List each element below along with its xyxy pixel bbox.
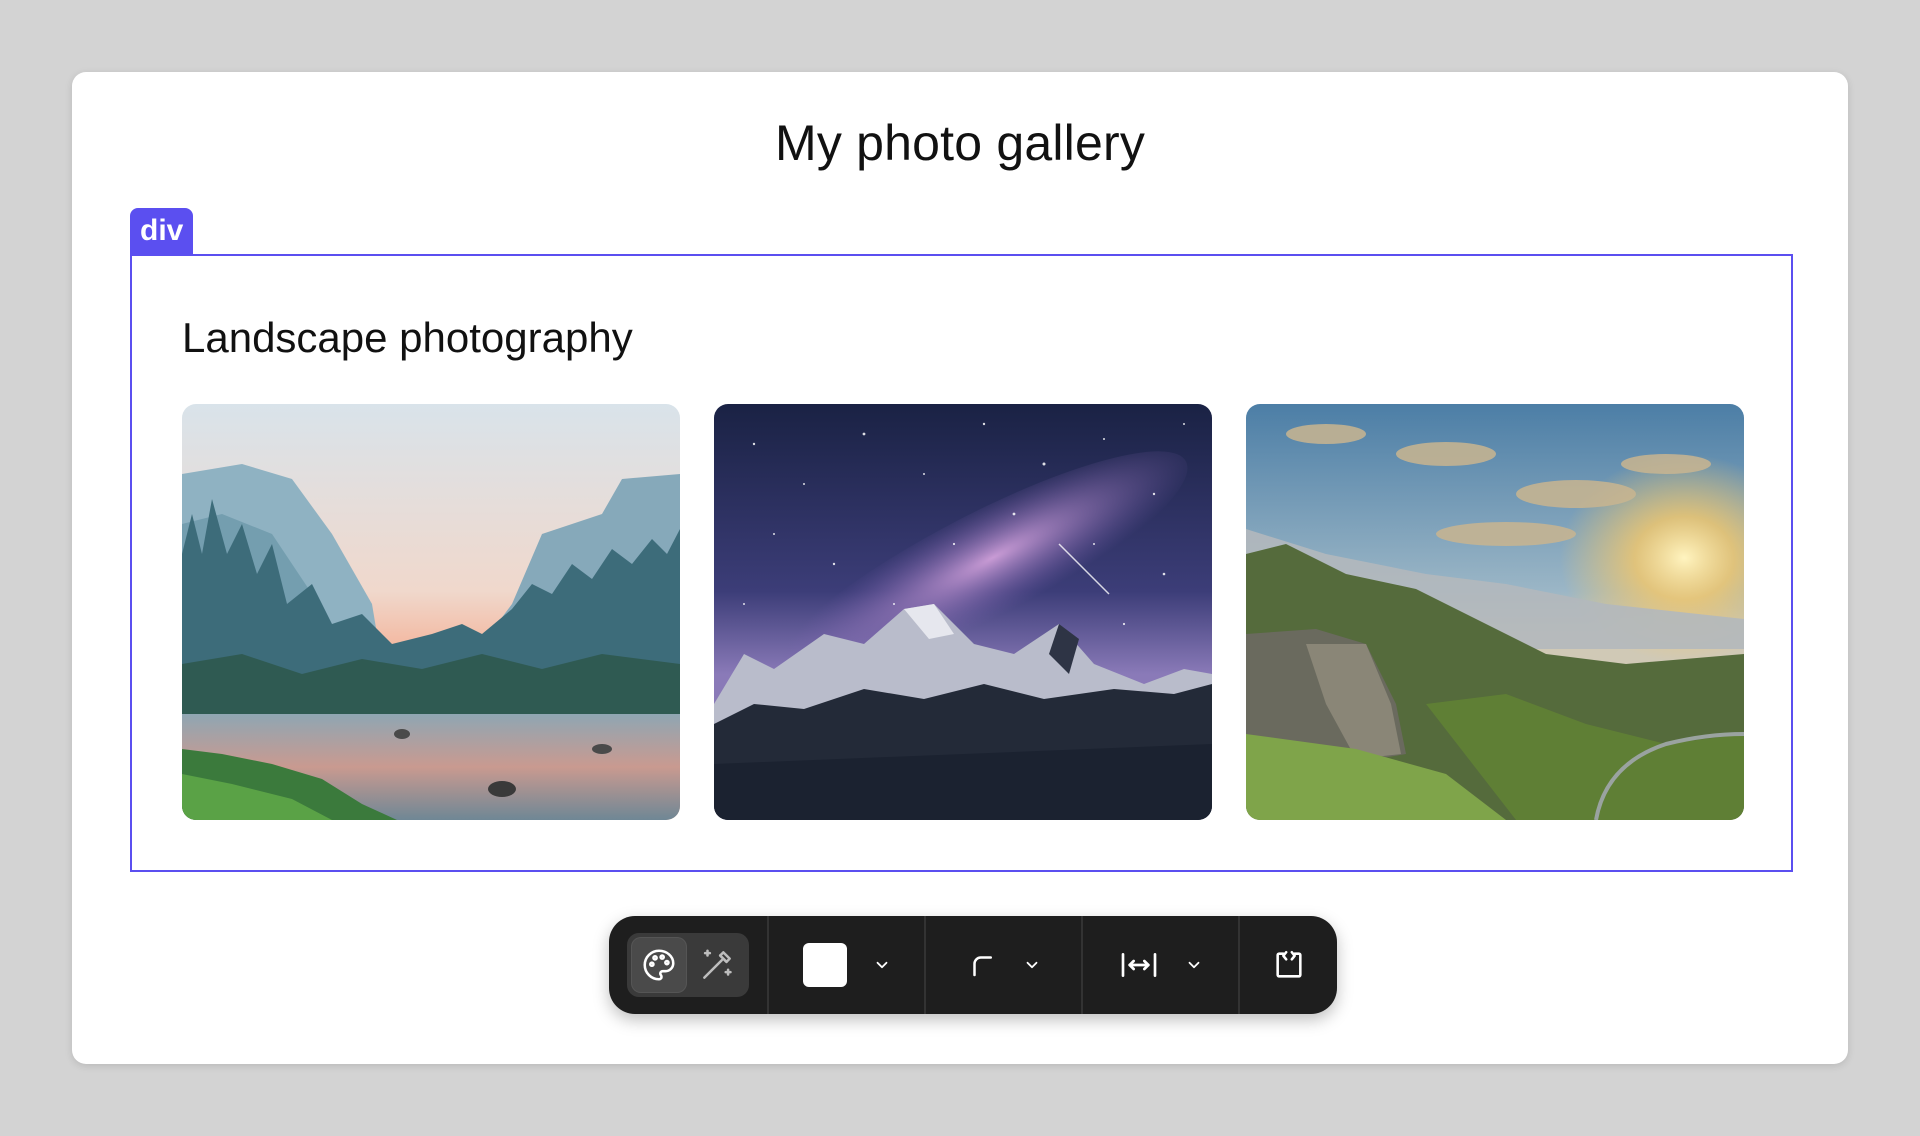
chevron-down-icon xyxy=(1188,961,1199,969)
color-swatch[interactable] xyxy=(802,943,847,987)
photo-milky-way[interactable] xyxy=(714,404,1212,820)
corner-radius-icon xyxy=(972,956,992,977)
chevron-down-icon xyxy=(876,961,887,969)
code-button[interactable] xyxy=(1272,948,1306,982)
magic-wand-icon xyxy=(703,949,732,979)
corner-radius-button[interactable] xyxy=(967,950,997,980)
color-dropdown[interactable] xyxy=(873,956,891,974)
floating-toolbar xyxy=(609,916,1337,1014)
code-group xyxy=(1240,916,1337,1014)
spacing-button[interactable] xyxy=(1119,949,1159,981)
photo-valley-river[interactable] xyxy=(182,404,680,820)
color-group[interactable] xyxy=(769,916,924,1014)
page-title: My photo gallery xyxy=(774,115,1146,171)
chevron-down-icon xyxy=(1026,961,1037,969)
milky-way-mountains-icon xyxy=(714,404,1212,820)
code-icon xyxy=(1275,950,1302,978)
spacing-group[interactable] xyxy=(1083,916,1238,1014)
spacing-icon xyxy=(1121,953,1156,977)
section-title: Landscape photography xyxy=(182,314,633,361)
selected-div[interactable]: Landscape photography xyxy=(130,254,1793,872)
green-cliffs-sunset-icon xyxy=(1246,404,1744,820)
mode-group xyxy=(609,916,767,1014)
photo-green-cliffs[interactable] xyxy=(1246,404,1744,820)
palette-button[interactable] xyxy=(631,937,687,993)
valley-river-mountains-icon xyxy=(182,404,680,820)
mode-switch xyxy=(627,933,749,997)
selection-tag[interactable]: div xyxy=(130,208,194,254)
gallery-card: My photo gallery div Landscape photograp… xyxy=(72,72,1848,1064)
spacing-dropdown[interactable] xyxy=(1185,956,1203,974)
radius-group[interactable] xyxy=(926,916,1081,1014)
magic-wand-button[interactable] xyxy=(689,937,745,993)
palette-icon xyxy=(643,949,675,981)
radius-dropdown[interactable] xyxy=(1023,956,1041,974)
